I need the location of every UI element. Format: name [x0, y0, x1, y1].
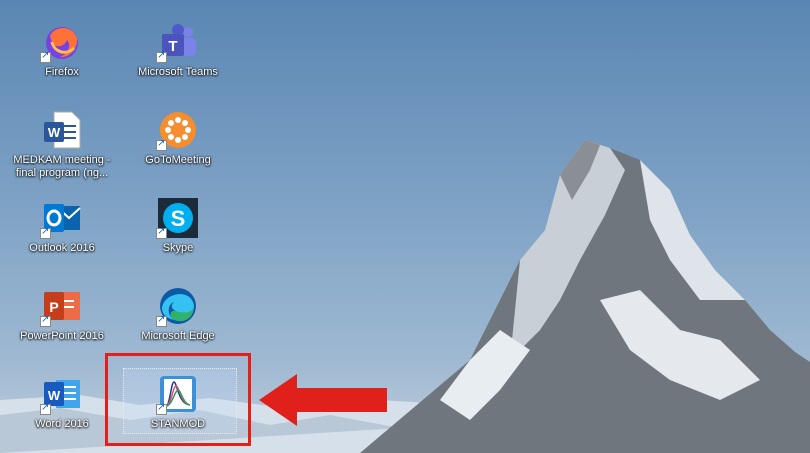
icon-label: Word 2016: [35, 418, 89, 430]
icon-label: MEDKAM meeting - final program (ng...: [13, 154, 111, 179]
icon-label: Microsoft Teams: [138, 66, 218, 78]
shortcut-arrow-icon: [40, 50, 51, 63]
shortcut-arrow-icon: [40, 314, 51, 327]
desktop-icon-powerpoint[interactable]: P PowerPoint 2016: [12, 282, 112, 366]
svg-text:T: T: [168, 38, 177, 55]
icon-label: GoToMeeting: [145, 154, 211, 166]
desktop-icon-firefox[interactable]: Firefox: [12, 18, 112, 102]
icon-label: Firefox: [45, 66, 79, 78]
svg-text:W: W: [48, 125, 61, 140]
desktop-background: Firefox T Microsoft Teams W MEDKAM meeti…: [0, 0, 810, 453]
shortcut-arrow-icon: [156, 50, 167, 63]
svg-text:P: P: [49, 299, 58, 315]
desktop-icon-microsoft-teams[interactable]: T Microsoft Teams: [128, 18, 228, 102]
red-arrow-icon: [259, 374, 387, 426]
word-doc-icon: W: [44, 111, 81, 149]
desktop-icon-skype[interactable]: S Skype: [128, 194, 228, 278]
shortcut-arrow-icon: [40, 226, 51, 239]
icon-label: PowerPoint 2016: [20, 330, 104, 342]
shortcut-arrow-icon: [156, 226, 167, 239]
icon-label: Microsoft Edge: [141, 330, 215, 342]
desktop-icon-word[interactable]: W Word 2016: [12, 370, 112, 453]
red-highlight-box: [105, 353, 251, 446]
desktop-icon-medkam-document[interactable]: W MEDKAM meeting - final program (ng...: [12, 106, 112, 190]
svg-text:S: S: [171, 206, 186, 231]
shortcut-arrow-icon: [156, 138, 167, 151]
icon-label: Skype: [162, 242, 194, 254]
desktop-icon-outlook[interactable]: Outlook 2016: [12, 194, 112, 278]
icon-label: Outlook 2016: [29, 242, 95, 254]
shortcut-arrow-icon: [156, 314, 167, 327]
svg-text:W: W: [48, 388, 61, 403]
desktop-icon-gotomeeting[interactable]: GoToMeeting: [128, 106, 228, 190]
shortcut-arrow-icon: [40, 402, 51, 415]
